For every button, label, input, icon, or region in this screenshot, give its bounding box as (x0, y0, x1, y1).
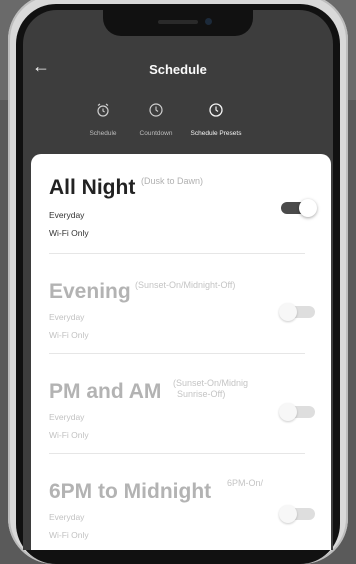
preset-all-night[interactable]: All Night (Dusk to Dawn) Everyday Wi-Fi … (31, 154, 331, 254)
toggle-knob (279, 303, 297, 321)
preset-toggle[interactable] (279, 303, 315, 321)
preset-description-line1: (Sunset-On/Midnig (173, 378, 249, 388)
preset-days: Everyday (49, 512, 85, 522)
preset-toggle[interactable] (279, 403, 315, 421)
preset-description: 6PM-On/ (227, 478, 264, 488)
tab-schedule[interactable]: Schedule (83, 102, 123, 137)
preset-toggle[interactable] (279, 505, 315, 523)
preset-description: (Dusk to Dawn) (141, 176, 204, 186)
preset-toggle[interactable] (281, 199, 317, 217)
preset-description-line2: Sunrise-Off) (177, 389, 226, 399)
clock-icon (209, 103, 223, 117)
toggle-knob (279, 403, 297, 421)
phone-notch (103, 10, 253, 36)
toggle-knob (299, 199, 317, 217)
preset-mode: Wi-Fi Only (49, 530, 89, 540)
tab-label: Countdown (139, 130, 173, 137)
app-screen: ← Schedule Schedule Countdown Schedule P… (23, 10, 333, 550)
clock-icon (149, 103, 163, 117)
preset-description: (Sunset-On/Midnight-Off) (135, 280, 236, 290)
preset-days: Everyday (49, 312, 85, 322)
preset-pm-and-am[interactable]: PM and AM (Sunset-On/Midnig Sunrise-Off)… (31, 354, 331, 454)
tab-countdown[interactable]: Countdown (133, 102, 179, 137)
preset-days: Everyday (49, 412, 85, 422)
toggle-knob (279, 505, 297, 523)
preset-mode: Wi-Fi Only (49, 330, 89, 340)
preset-name: Evening (49, 280, 131, 303)
speaker-grille (158, 20, 198, 24)
tab-label: Schedule (89, 130, 117, 137)
preset-name: 6PM to Midnight (49, 480, 212, 503)
alarm-clock-icon (97, 103, 109, 117)
preset-mode: Wi-Fi Only (49, 228, 89, 238)
preset-6pm-to-midnight[interactable]: 6PM to Midnight 6PM-On/ Everyday Wi-Fi O… (31, 454, 331, 550)
preset-name: All Night (49, 176, 136, 199)
presets-card: All Night (Dusk to Dawn) Everyday Wi-Fi … (31, 154, 331, 550)
tab-schedule-presets[interactable]: Schedule Presets (185, 102, 247, 137)
preset-days: Everyday (49, 210, 85, 220)
front-camera (205, 18, 212, 25)
page-title: Schedule (149, 62, 207, 77)
preset-evening[interactable]: Evening (Sunset-On/Midnight-Off) Everyda… (31, 254, 331, 354)
tab-bar: Schedule Countdown Schedule Presets (83, 102, 283, 148)
preset-name: PM and AM (49, 380, 162, 403)
tab-label: Schedule Presets (190, 130, 242, 137)
preset-mode: Wi-Fi Only (49, 430, 89, 440)
